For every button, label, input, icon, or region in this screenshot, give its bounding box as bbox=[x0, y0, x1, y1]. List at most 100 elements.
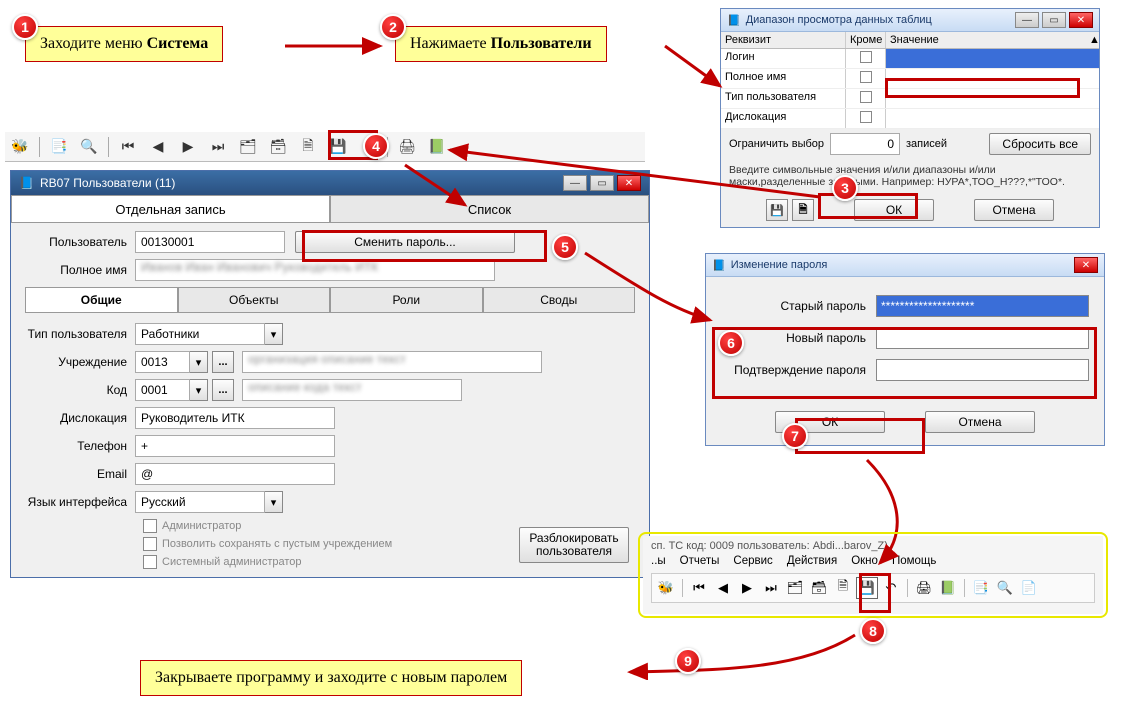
label-code: Код bbox=[25, 383, 135, 397]
range-cancel-button[interactable]: Отмена bbox=[974, 199, 1054, 221]
tool-cards2-icon[interactable]: 🗃 bbox=[266, 135, 290, 159]
checkbox-admin[interactable] bbox=[143, 519, 157, 533]
limit-input[interactable] bbox=[830, 133, 900, 155]
mini-icon-1[interactable]: 🐝 bbox=[655, 577, 677, 599]
tool-doc-icon[interactable]: 🗎 bbox=[296, 135, 320, 159]
label-user: Пользователь bbox=[25, 235, 135, 249]
close-button[interactable]: ✕ bbox=[1069, 12, 1093, 28]
nav-last-icon[interactable]: ⏭ bbox=[206, 135, 230, 159]
input-phone[interactable] bbox=[135, 435, 335, 457]
chevron-down-icon[interactable]: ▾ bbox=[265, 323, 283, 345]
sub-tabs: Общие Объекты Роли Своды bbox=[25, 287, 635, 313]
except-checkbox[interactable] bbox=[860, 111, 872, 123]
tool-icon-1[interactable]: 🐝 bbox=[8, 135, 32, 159]
label-email: Email bbox=[25, 467, 135, 481]
chevron-down-icon[interactable]: ▾ bbox=[190, 351, 208, 373]
range-row-login[interactable]: Логин bbox=[721, 49, 1099, 69]
mini-extra-icon[interactable]: 📄 bbox=[1018, 577, 1040, 599]
tool-cards-icon[interactable]: 🗂 bbox=[236, 135, 260, 159]
tool-print-icon[interactable]: 🖨 bbox=[395, 135, 419, 159]
range-row-dislocation[interactable]: Дислокация bbox=[721, 109, 1099, 129]
minimize-button[interactable]: — bbox=[1015, 12, 1039, 28]
unblock-user-button[interactable]: Разблокировать пользователя bbox=[519, 527, 629, 563]
callout-step2-text: Нажимаете bbox=[410, 35, 491, 52]
checkbox-empty-org[interactable] bbox=[143, 537, 157, 551]
mini-cards-icon[interactable]: 🗂 bbox=[784, 577, 806, 599]
nav-next-icon[interactable]: ▶ bbox=[176, 135, 200, 159]
checkbox-sysadmin[interactable] bbox=[143, 555, 157, 569]
input-fullname[interactable]: Иванов Иван Иванович Руководитель ИТК bbox=[135, 259, 495, 281]
nav-first-icon[interactable]: ⏮ bbox=[116, 135, 140, 159]
range-row-usertype[interactable]: Тип пользователя bbox=[721, 89, 1099, 109]
chevron-down-icon[interactable]: ▾ bbox=[190, 379, 208, 401]
mini-save-icon[interactable]: 💾 bbox=[856, 577, 878, 599]
tool-icon-find[interactable]: 🔍 bbox=[77, 135, 101, 159]
users-window: 📘 RB07 Пользователи (11) — ▭ ✕ Отдельная… bbox=[10, 170, 650, 578]
input-user[interactable] bbox=[135, 231, 285, 253]
tab-single-record[interactable]: Отдельная запись bbox=[11, 195, 330, 223]
code-desc: описание кода текст bbox=[242, 379, 462, 401]
label-fullname: Полное имя bbox=[25, 263, 135, 277]
mini-undo-icon[interactable]: ↶ bbox=[880, 577, 902, 599]
range-row-fullname[interactable]: Полное имя bbox=[721, 69, 1099, 89]
input-new-password[interactable] bbox=[876, 327, 1089, 349]
menu-item-actions[interactable]: Действия bbox=[787, 555, 837, 567]
menu-item-partial[interactable]: ..ы bbox=[651, 555, 666, 567]
menu-item-reports[interactable]: Отчеты bbox=[680, 555, 720, 567]
change-password-button[interactable]: Сменить пароль... bbox=[295, 231, 515, 253]
combo-org[interactable] bbox=[135, 351, 190, 373]
range-grid-header: Реквизит Кроме Значение ▲ bbox=[721, 32, 1099, 49]
input-email[interactable] bbox=[135, 463, 335, 485]
maximize-button[interactable]: ▭ bbox=[1042, 12, 1066, 28]
save-range-icon[interactable]: 💾 bbox=[766, 199, 788, 221]
callout-step2: Нажимаете Пользователи bbox=[395, 26, 607, 62]
input-confirm-password[interactable] bbox=[876, 359, 1089, 381]
mini-print-icon[interactable]: 🖨 bbox=[913, 577, 935, 599]
step-badge-5: 5 bbox=[552, 234, 578, 260]
password-cancel-button[interactable]: Отмена bbox=[925, 411, 1035, 433]
menu-item-service[interactable]: Сервис bbox=[733, 555, 772, 567]
except-checkbox[interactable] bbox=[860, 51, 872, 63]
tool-save-icon[interactable]: 💾 bbox=[326, 135, 350, 159]
mini-nav-last-icon[interactable]: ⏭ bbox=[760, 577, 782, 599]
mini-nav-next-icon[interactable]: ▶ bbox=[736, 577, 758, 599]
mini-cards2-icon[interactable]: 🗃 bbox=[808, 577, 830, 599]
input-dislocation[interactable] bbox=[135, 407, 335, 429]
mini-find-icon[interactable]: 🔍 bbox=[994, 577, 1016, 599]
except-checkbox[interactable] bbox=[860, 91, 872, 103]
close-button[interactable]: ✕ bbox=[1074, 257, 1098, 273]
step-badge-2: 2 bbox=[380, 14, 406, 40]
range-dialog-title: Диапазон просмотра данных таблиц bbox=[746, 14, 932, 26]
callout-step1-text: Заходите меню bbox=[40, 35, 147, 52]
tab-general[interactable]: Общие bbox=[25, 287, 178, 312]
input-old-password[interactable] bbox=[876, 295, 1089, 317]
combo-language[interactable] bbox=[135, 491, 265, 513]
range-ok-button[interactable]: ОК bbox=[854, 199, 934, 221]
mini-book-icon[interactable]: 📗 bbox=[937, 577, 959, 599]
nav-prev-icon[interactable]: ◀ bbox=[146, 135, 170, 159]
col-requisite: Реквизит bbox=[721, 32, 846, 48]
label-confirm-password: Подтверждение пароля bbox=[721, 363, 876, 377]
step-badge-9: 9 bbox=[675, 648, 701, 674]
combo-code[interactable] bbox=[135, 379, 190, 401]
mini-copy-icon[interactable]: 📑 bbox=[970, 577, 992, 599]
lookup-code-button[interactable]: ... bbox=[212, 379, 234, 401]
mini-nav-first-icon[interactable]: ⏮ bbox=[688, 577, 710, 599]
records-label: записей bbox=[906, 138, 947, 150]
open-range-icon[interactable]: 🗎 bbox=[792, 199, 814, 221]
label-language: Язык интерфейса bbox=[25, 495, 135, 509]
mini-doc-icon[interactable]: 🗎 bbox=[832, 577, 854, 599]
step-badge-7: 7 bbox=[782, 423, 808, 449]
reset-all-button[interactable]: Сбросить все bbox=[989, 133, 1091, 155]
password-dialog: 📘 Изменение пароля ✕ Старый пароль Новый… bbox=[705, 253, 1105, 446]
tab-objects[interactable]: Объекты bbox=[178, 287, 331, 312]
combo-usertype[interactable] bbox=[135, 323, 265, 345]
mini-nav-prev-icon[interactable]: ◀ bbox=[712, 577, 734, 599]
tool-icon-copy[interactable]: 📑 bbox=[47, 135, 71, 159]
chevron-down-icon[interactable]: ▾ bbox=[265, 491, 283, 513]
label-phone: Телефон bbox=[25, 439, 135, 453]
except-checkbox[interactable] bbox=[860, 71, 872, 83]
tab-roles[interactable]: Роли bbox=[330, 287, 483, 312]
lookup-org-button[interactable]: ... bbox=[212, 351, 234, 373]
step-badge-8: 8 bbox=[860, 618, 886, 644]
